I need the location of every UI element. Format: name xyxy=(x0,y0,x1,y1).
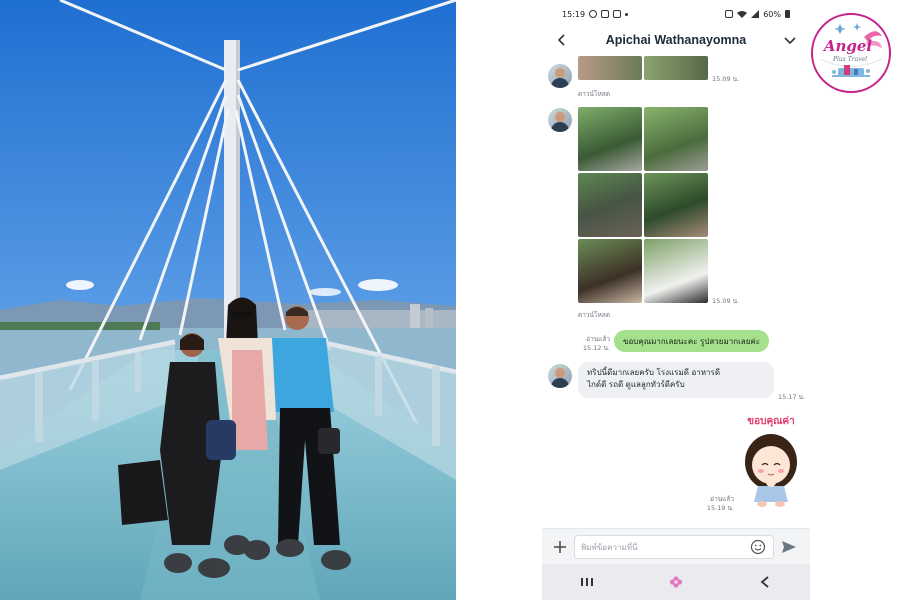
instagram-notification-icon xyxy=(601,10,610,18)
sticker-text: ขอบคุณค่า xyxy=(747,415,794,427)
page: 15:19 60% Apichai Wathanayomna 15.09 น. … xyxy=(0,0,900,600)
system-navigation-bar xyxy=(542,564,810,600)
incoming-message-line: ทริปนี้ดีมากเลยครับ โรงแรมดี อาหารดี xyxy=(587,368,721,377)
chat-photo[interactable] xyxy=(644,107,708,171)
message-time: 15.12 น. xyxy=(582,344,610,352)
chat-photo[interactable] xyxy=(644,239,708,303)
chat-photo[interactable] xyxy=(644,173,708,237)
read-receipt: อ่านแล้ว 15.12 น. xyxy=(572,335,610,353)
angel-plus-travel-logo: Angel Plus Travel xyxy=(811,13,891,93)
logo-text-main: Angel xyxy=(822,37,873,55)
battery-percent: 60% xyxy=(763,9,781,19)
sender-avatar[interactable] xyxy=(548,64,572,88)
message-time: 15.17 น. xyxy=(778,393,806,401)
signal-icon xyxy=(751,10,760,18)
battery-icon xyxy=(785,10,790,18)
message-time: 15.09 น. xyxy=(712,75,740,83)
more-notifications-dot xyxy=(625,12,629,16)
incoming-message-bubble[interactable]: ทริปนี้ดีมากเลยครับ โรงแรมดี อาหารดี ไกด… xyxy=(578,362,774,398)
download-label[interactable]: ดาวน์โหลด xyxy=(578,89,610,99)
line-chat-screenshot: 15:19 60% Apichai Wathanayomna 15.09 น. … xyxy=(542,0,810,600)
read-receipt: อ่านแล้ว 15.19 น. xyxy=(692,495,734,513)
instagram-notification-icon-2 xyxy=(613,10,622,18)
emoji-button[interactable] xyxy=(750,539,766,555)
send-button[interactable] xyxy=(780,538,798,556)
back-icon xyxy=(557,34,565,46)
chat-header: Apichai Wathanayomna xyxy=(542,28,810,52)
alarm-icon xyxy=(725,10,734,18)
message-time: 15.09 น. xyxy=(712,297,740,305)
sender-avatar[interactable] xyxy=(548,364,572,388)
outgoing-message-text: ขอบคุณมากเลยนะคะ รูปสวยมากเลยค่ะ xyxy=(623,336,761,346)
emoji-icon xyxy=(750,539,766,555)
wifi-icon xyxy=(737,11,748,18)
home-icon xyxy=(669,576,683,588)
back-button[interactable] xyxy=(552,30,572,50)
read-label: อ่านแล้ว xyxy=(710,495,734,503)
chevron-down-icon xyxy=(784,37,796,45)
nav-back-icon xyxy=(760,576,769,588)
message-input[interactable] xyxy=(574,535,774,559)
status-left: 15:19 xyxy=(562,9,629,19)
status-right: 60% xyxy=(725,10,790,19)
line-notification-icon xyxy=(589,10,598,18)
sticker-illustration: ขอบคุณค่า xyxy=(745,415,797,507)
travel-photo xyxy=(0,0,456,600)
brand-logo: Angel Plus Travel xyxy=(810,12,892,94)
download-label[interactable]: ดาวน์โหลด xyxy=(578,310,610,320)
recent-apps-button[interactable] xyxy=(575,570,599,594)
status-bar: 15:19 60% xyxy=(542,0,810,28)
status-time: 15:19 xyxy=(562,9,586,19)
home-button[interactable] xyxy=(664,570,688,594)
read-label: อ่านแล้ว xyxy=(586,335,610,343)
message-time: 15.19 น. xyxy=(706,504,734,512)
chat-photo[interactable] xyxy=(578,239,642,303)
send-icon xyxy=(782,541,796,553)
plus-icon xyxy=(554,541,566,553)
logo-text-sub: Plus Travel xyxy=(832,56,867,63)
chat-photo[interactable] xyxy=(644,56,708,80)
thank-you-sticker[interactable]: ขอบคุณค่า xyxy=(738,410,804,510)
sender-avatar[interactable] xyxy=(548,108,572,132)
chat-photo[interactable] xyxy=(578,107,642,171)
recent-apps-icon xyxy=(580,578,593,586)
chat-photo[interactable] xyxy=(578,56,642,80)
message-input-bar xyxy=(542,528,810,564)
bridge-photo-illustration xyxy=(0,0,456,600)
chat-photo[interactable] xyxy=(578,173,642,237)
outgoing-message-bubble[interactable]: ขอบคุณมากเลยนะคะ รูปสวยมากเลยค่ะ xyxy=(614,330,770,352)
chat-title: Apichai Wathanayomna xyxy=(605,33,747,47)
menu-toggle-button[interactable] xyxy=(780,30,800,50)
nav-back-button[interactable] xyxy=(753,570,777,594)
add-attachment-button[interactable] xyxy=(550,537,570,557)
incoming-message-line: ไกด์ดี รถดี ดูแลลูกทัวร์ดีครับ xyxy=(587,380,685,389)
